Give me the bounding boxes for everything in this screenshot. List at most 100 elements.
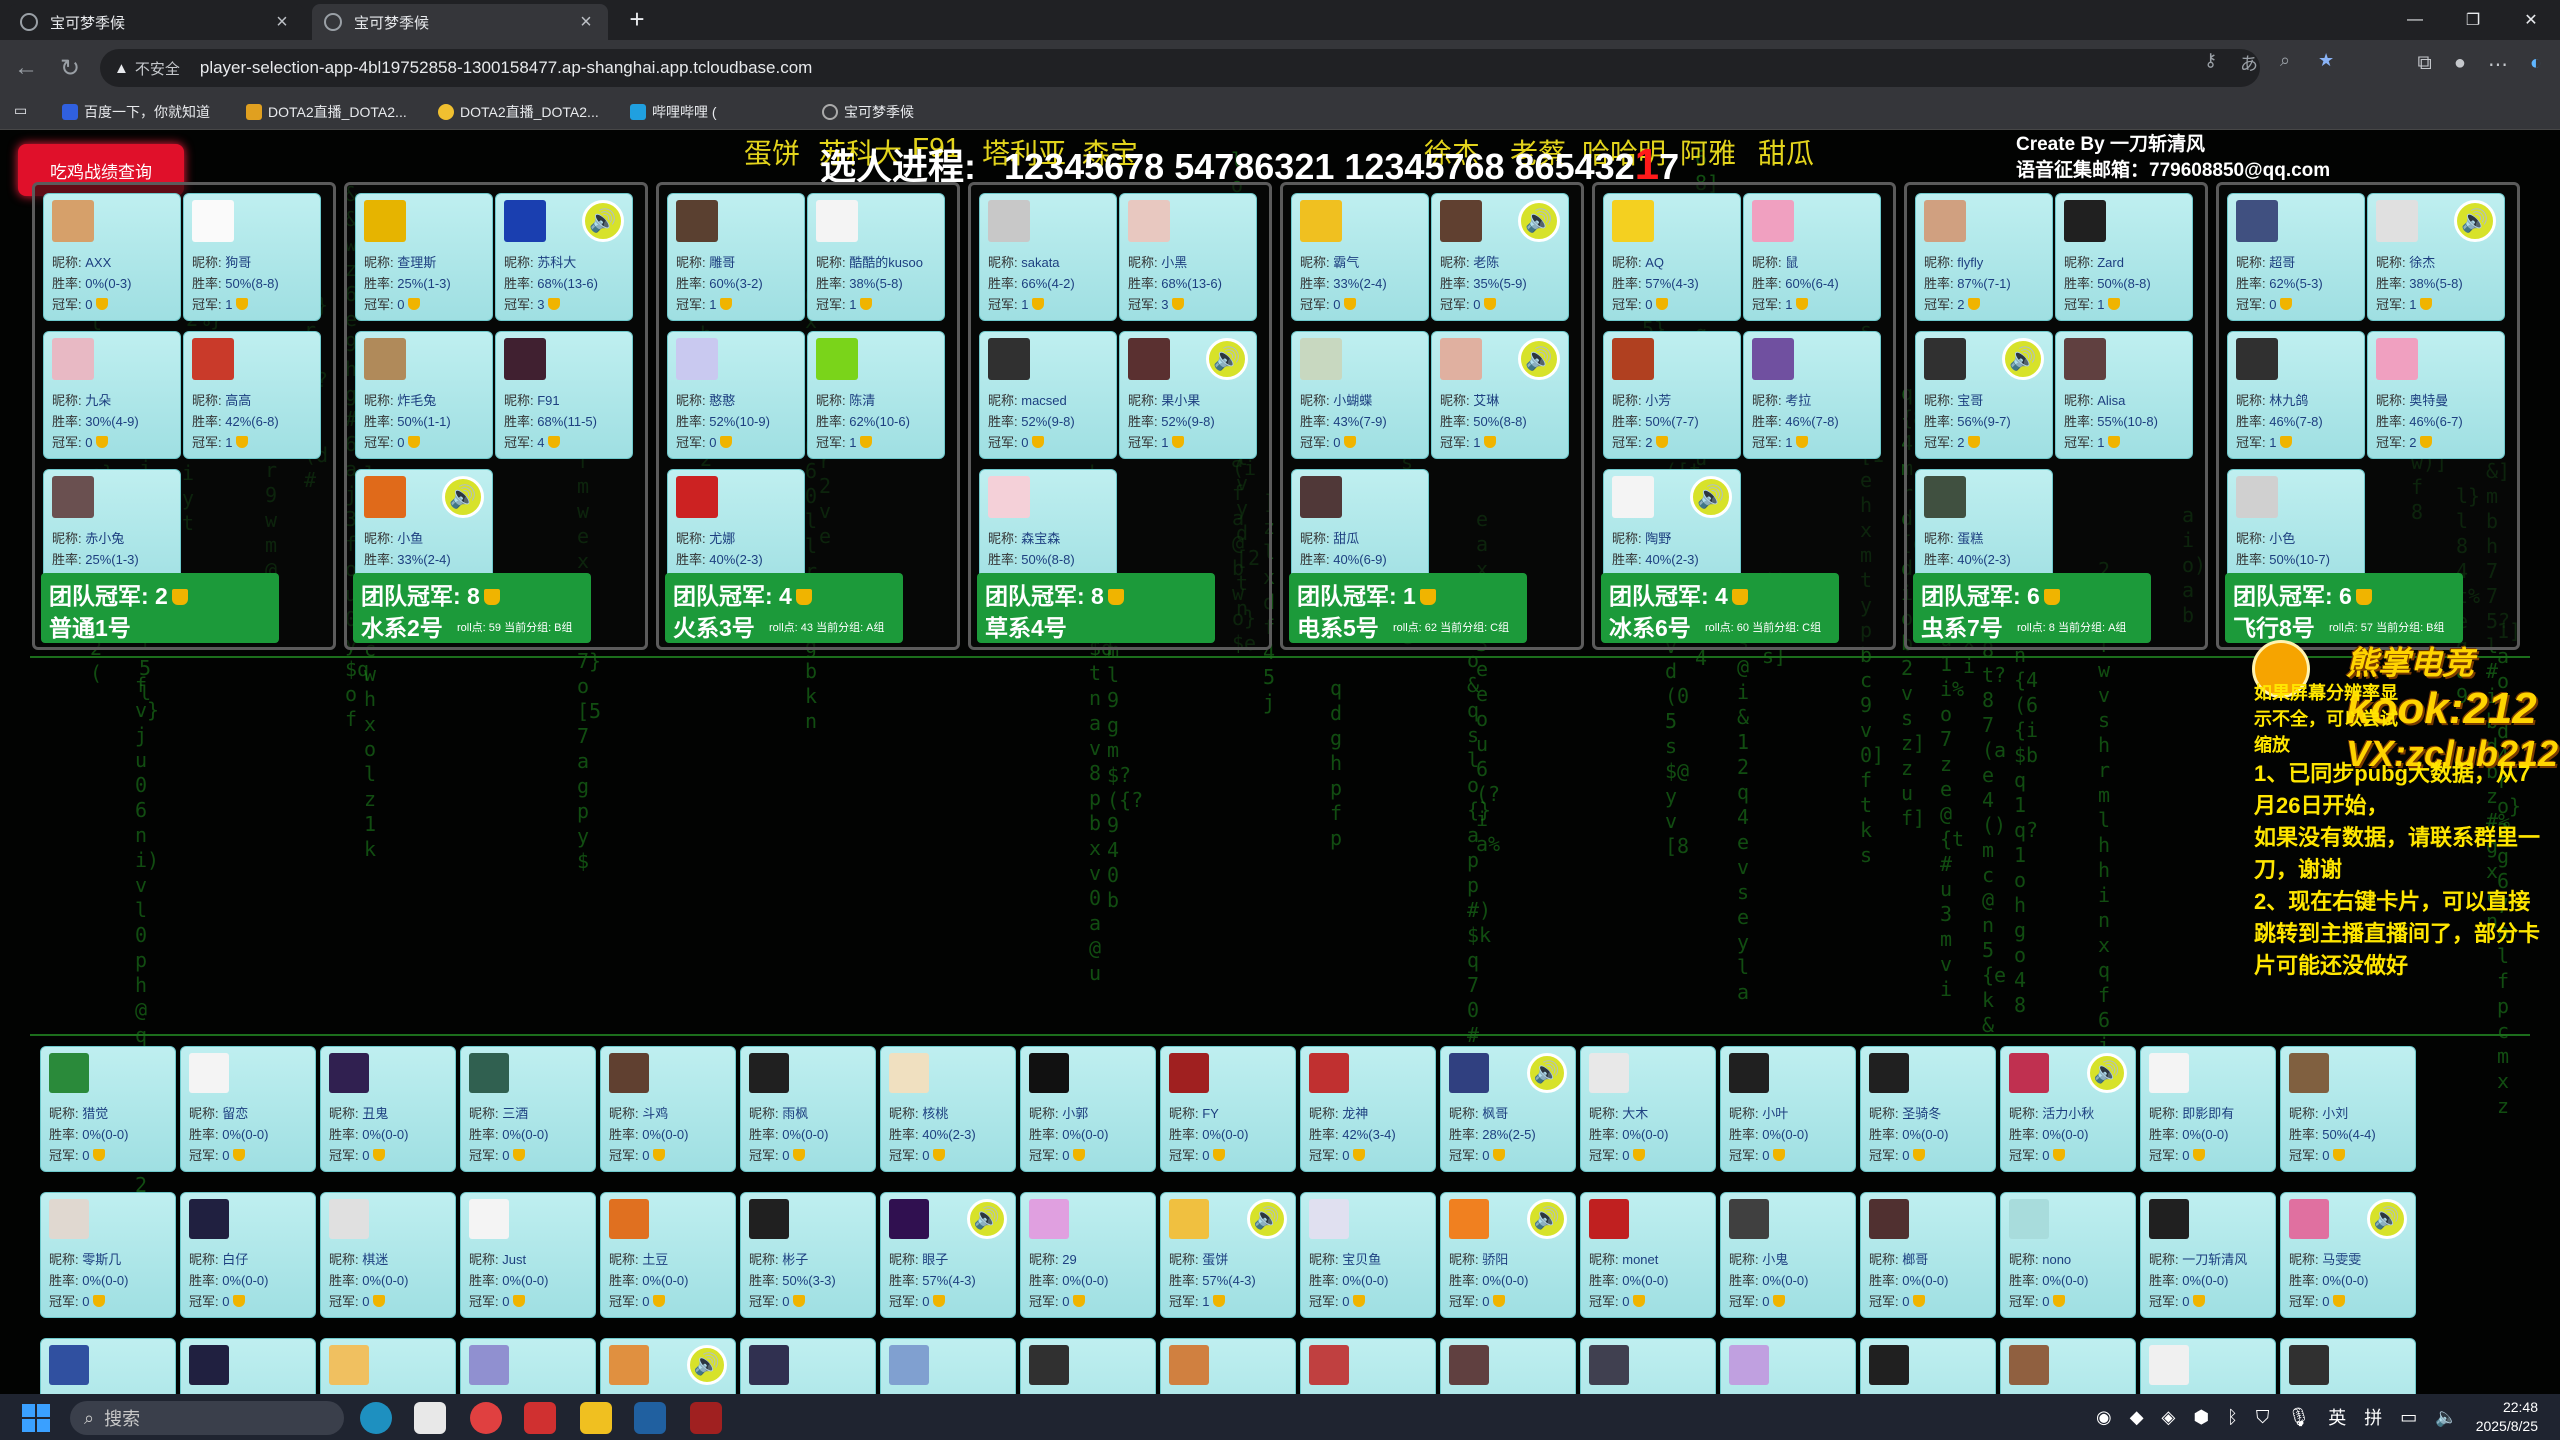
new-tab-button[interactable]: +: [622, 4, 652, 35]
player-card[interactable]: 昵称: 圣骑冬 胜率: 0%(0-0) 冠军: 0: [1860, 1046, 1996, 1172]
player-card[interactable]: 昵称: 高高 胜率: 42%(6-8) 冠军: 1: [183, 331, 321, 459]
player-card[interactable]: 昵称: 小蝴蝶 胜率: 43%(7-9) 冠军: 0: [1291, 331, 1429, 459]
reload-icon[interactable]: ↻: [54, 52, 86, 84]
tray-icon[interactable]: ◈: [2162, 1407, 2176, 1428]
player-card[interactable]: 🔊 昵称: 果小果 胜率: 52%(9-8) 冠军: 1: [1119, 331, 1257, 459]
player-card[interactable]: 昵称: F91 胜率: 68%(11-5) 冠军: 4: [495, 331, 633, 459]
player-card[interactable]: [1860, 1338, 1996, 1394]
voice-icon[interactable]: 🔊: [2087, 1053, 2127, 1093]
player-card[interactable]: 昵称: 酷酷的kusoo 胜率: 38%(5-8) 冠军: 1: [807, 193, 945, 321]
ime-mode[interactable]: 拼: [2364, 1404, 2382, 1430]
back-icon[interactable]: ←: [10, 52, 42, 84]
player-card[interactable]: 🔊 昵称: 宝哥 胜率: 56%(9-7) 冠军: 2: [1915, 331, 2053, 459]
voice-icon[interactable]: 🔊: [1518, 338, 1560, 380]
tab-2[interactable]: 宝可梦季候 ×: [312, 4, 608, 40]
avatar[interactable]: ●: [2454, 52, 2466, 77]
player-card[interactable]: 昵称: 29 胜率: 0%(0-0) 冠军: 0: [1020, 1192, 1156, 1318]
player-card[interactable]: 昵称: 白仔 胜率: 0%(0-0) 冠军: 0: [180, 1192, 316, 1318]
player-card[interactable]: 昵称: Zard 胜率: 50%(8-8) 冠军: 1: [2055, 193, 2193, 321]
player-card[interactable]: 昵称: 土豆 胜率: 0%(0-0) 冠军: 0: [600, 1192, 736, 1318]
player-card[interactable]: 🔊 昵称: 活力小秋 胜率: 0%(0-0) 冠军: 0: [2000, 1046, 2136, 1172]
player-card[interactable]: 昵称: macsed 胜率: 52%(9-8) 冠军: 0: [979, 331, 1117, 459]
player-card[interactable]: 昵称: Just 胜率: 0%(0-0) 冠军: 0: [460, 1192, 596, 1318]
close-icon[interactable]: ×: [576, 11, 596, 34]
bluetooth-icon[interactable]: ᛒ: [2227, 1407, 2238, 1428]
player-card[interactable]: [1300, 1338, 1436, 1394]
player-card[interactable]: 🔊 昵称: 骄阳 胜率: 0%(0-0) 冠军: 0: [1440, 1192, 1576, 1318]
close-icon[interactable]: ×: [272, 11, 292, 34]
voice-icon[interactable]: 🔊: [2367, 1199, 2407, 1239]
app-icon[interactable]: [524, 1402, 556, 1434]
mic-icon[interactable]: 🎙: [2287, 1407, 2310, 1428]
voice-icon[interactable]: 🔊: [1527, 1199, 1567, 1239]
voice-icon[interactable]: 🔊: [1518, 200, 1560, 242]
player-card[interactable]: 昵称: monet 胜率: 0%(0-0) 冠军: 0: [1580, 1192, 1716, 1318]
player-card[interactable]: 昵称: 小刘 胜率: 50%(4-4) 冠军: 0: [2280, 1046, 2416, 1172]
player-card[interactable]: 昵称: 憨憨 胜率: 52%(10-9) 冠军: 0: [667, 331, 805, 459]
bookmark-2[interactable]: DOTA2直播_DOTA2...: [246, 102, 407, 122]
player-card[interactable]: [180, 1338, 316, 1394]
bookmark-4[interactable]: 哔哩哔哩 (: [630, 102, 717, 122]
player-card[interactable]: 昵称: 炸毛兔 胜率: 50%(1-1) 冠军: 0: [355, 331, 493, 459]
player-card[interactable]: [2000, 1338, 2136, 1394]
player-card[interactable]: 🔊 昵称: 徐杰 胜率: 38%(5-8) 冠军: 1: [2367, 193, 2505, 321]
minimize-button[interactable]: —: [2386, 0, 2444, 40]
player-card[interactable]: 🔊 昵称: 眼子 胜率: 57%(4-3) 冠军: 0: [880, 1192, 1016, 1318]
volume-icon[interactable]: 🔈: [2435, 1407, 2457, 1428]
app-icon[interactable]: [580, 1402, 612, 1434]
shield-icon[interactable]: ⛉: [2256, 1407, 2270, 1428]
voice-icon[interactable]: 🔊: [2002, 338, 2044, 380]
tray-icon[interactable]: ◆: [2130, 1407, 2144, 1428]
extensions-icon[interactable]: ⧉: [2418, 52, 2432, 77]
player-card[interactable]: 昵称: 小鬼 胜率: 0%(0-0) 冠军: 0: [1720, 1192, 1856, 1318]
player-card[interactable]: 昵称: flyfly 胜率: 87%(7-1) 冠军: 2: [1915, 193, 2053, 321]
player-card[interactable]: 昵称: 小叶 胜率: 0%(0-0) 冠军: 0: [1720, 1046, 1856, 1172]
player-card[interactable]: 昵称: 林九鸽 胜率: 46%(7-8) 冠军: 1: [2227, 331, 2365, 459]
player-card[interactable]: [880, 1338, 1016, 1394]
player-card[interactable]: 🔊: [600, 1338, 736, 1394]
player-card[interactable]: 昵称: 丑鬼 胜率: 0%(0-0) 冠军: 0: [320, 1046, 456, 1172]
player-card[interactable]: 昵称: 龙神 胜率: 42%(3-4) 冠军: 0: [1300, 1046, 1436, 1172]
player-card[interactable]: 昵称: nono 胜率: 0%(0-0) 冠军: 0: [2000, 1192, 2136, 1318]
player-card[interactable]: 🔊 昵称: 老陈 胜率: 35%(5-9) 冠军: 0: [1431, 193, 1569, 321]
player-card[interactable]: 🔊 昵称: 枫哥 胜率: 28%(2-5) 冠军: 0: [1440, 1046, 1576, 1172]
bookmark-5[interactable]: 宝可梦季候: [822, 102, 914, 122]
player-card[interactable]: 昵称: 霸气 胜率: 33%(2-4) 冠军: 0: [1291, 193, 1429, 321]
player-card[interactable]: 昵称: 宝贝鱼 胜率: 0%(0-0) 冠军: 0: [1300, 1192, 1436, 1318]
player-card[interactable]: 昵称: Alisa 胜率: 55%(10-8) 冠军: 1: [2055, 331, 2193, 459]
close-window-button[interactable]: ✕: [2502, 0, 2560, 40]
player-card[interactable]: 昵称: 鼠胜率: 60%(6-4) 冠军: 1: [1743, 193, 1881, 321]
voice-icon[interactable]: 🔊: [967, 1199, 1007, 1239]
player-card[interactable]: 🔊 昵称: 马雯雯 胜率: 0%(0-0) 冠军: 0: [2280, 1192, 2416, 1318]
player-card[interactable]: 🔊 昵称: 苏科大 胜率: 68%(13-6) 冠军: 3: [495, 193, 633, 321]
player-card[interactable]: [1160, 1338, 1296, 1394]
clock[interactable]: 22:48 2025/8/25: [2476, 1398, 2538, 1436]
player-card[interactable]: [2140, 1338, 2276, 1394]
taskbar-search[interactable]: ⌕ 搜索: [70, 1401, 344, 1435]
player-card[interactable]: 昵称: 小芳 胜率: 50%(7-7) 冠军: 2: [1603, 331, 1741, 459]
voice-icon[interactable]: 🔊: [687, 1345, 727, 1385]
menu-icon[interactable]: ⋯: [2488, 52, 2508, 77]
player-card[interactable]: 昵称: 查理斯 胜率: 25%(1-3) 冠军: 0: [355, 193, 493, 321]
player-card[interactable]: 昵称: 陈清 胜率: 62%(10-6) 冠军: 1: [807, 331, 945, 459]
player-card[interactable]: 昵称: 雕哥 胜率: 60%(3-2) 冠军: 1: [667, 193, 805, 321]
voice-icon[interactable]: 🔊: [1527, 1053, 1567, 1093]
edge-icon[interactable]: [360, 1402, 392, 1434]
player-card[interactable]: [2280, 1338, 2416, 1394]
voice-icon[interactable]: 🔊: [582, 200, 624, 242]
player-card[interactable]: 昵称: 九朵 胜率: 30%(4-9) 冠军: 0: [43, 331, 181, 459]
voice-icon[interactable]: 🔊: [1247, 1199, 1287, 1239]
player-card[interactable]: [40, 1338, 176, 1394]
player-card[interactable]: [1440, 1338, 1576, 1394]
player-card[interactable]: 昵称: AQ 胜率: 57%(4-3) 冠军: 0: [1603, 193, 1741, 321]
player-card[interactable]: 昵称: 大木 胜率: 0%(0-0) 冠军: 0: [1580, 1046, 1716, 1172]
voice-icon[interactable]: 🔊: [1206, 338, 1248, 380]
player-card[interactable]: 昵称: 一刀斩清风 胜率: 0%(0-0) 冠军: 0: [2140, 1192, 2276, 1318]
zoom-icon[interactable]: ⌕: [2280, 50, 2290, 71]
player-card[interactable]: 昵称: 即影即有 胜率: 0%(0-0) 冠军: 0: [2140, 1046, 2276, 1172]
app-icon[interactable]: [414, 1402, 446, 1434]
voice-icon[interactable]: 🔊: [442, 476, 484, 518]
player-card[interactable]: 昵称: 考拉 胜率: 46%(7-8) 冠军: 1: [1743, 331, 1881, 459]
player-card[interactable]: 昵称: 留恋 胜率: 0%(0-0) 冠军: 0: [180, 1046, 316, 1172]
dota-icon[interactable]: [690, 1402, 722, 1434]
